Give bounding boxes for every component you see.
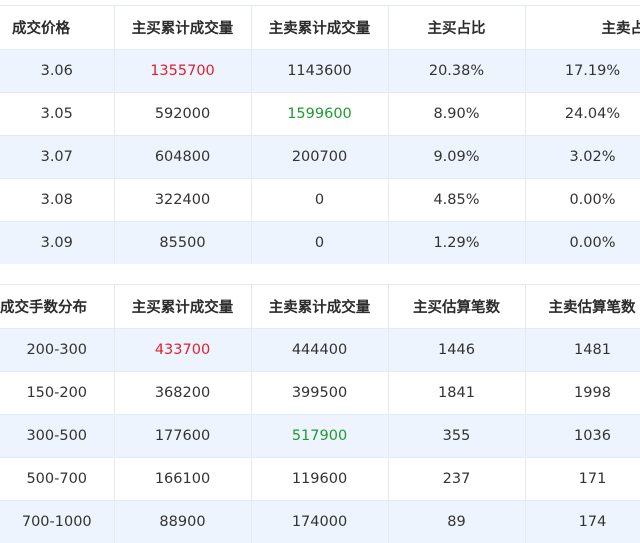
cell-estimated-sell-count: 1036 bbox=[525, 415, 640, 458]
cell-active-sell-volume: 200700 bbox=[251, 136, 388, 179]
cell-lot-range: 150-200 bbox=[0, 372, 114, 415]
cell-trade-price: 3.08 bbox=[0, 179, 114, 222]
header-active-sell-volume[interactable]: 主卖累计成交量 bbox=[251, 285, 388, 329]
cell-active-sell-ratio: 0.00% bbox=[525, 222, 640, 265]
cell-estimated-buy-count: 89 bbox=[388, 501, 525, 543]
header-estimated-buy-count[interactable]: 主买估算笔数 bbox=[388, 285, 525, 329]
header-estimated-sell-count[interactable]: 主卖估算笔数 bbox=[525, 285, 640, 329]
table-row: 500-700166100119600237171 bbox=[0, 458, 640, 501]
cell-trade-price: 3.06 bbox=[0, 50, 114, 93]
table-header-row: 成交手数分布 主买累计成交量 主卖累计成交量 主买估算笔数 主卖估算笔数 bbox=[0, 285, 640, 329]
cell-active-sell-volume: 399500 bbox=[251, 372, 388, 415]
cell-estimated-buy-count: 355 bbox=[388, 415, 525, 458]
cell-active-buy-ratio: 20.38% bbox=[388, 50, 525, 93]
table-row: 700-10008890017400089174 bbox=[0, 501, 640, 543]
table-header-row: 成交价格 主买累计成交量 主卖累计成交量 主买占比 主卖占比 bbox=[0, 6, 640, 50]
table-separator bbox=[0, 264, 640, 284]
cell-active-buy-volume: 177600 bbox=[114, 415, 251, 458]
cell-active-buy-volume: 85500 bbox=[114, 222, 251, 265]
cell-estimated-sell-count: 1481 bbox=[525, 329, 640, 372]
cell-trade-price: 3.07 bbox=[0, 136, 114, 179]
cell-active-sell-volume: 444400 bbox=[251, 329, 388, 372]
lot-size-distribution-table: 成交手数分布 主买累计成交量 主卖累计成交量 主买估算笔数 主卖估算笔数 200… bbox=[0, 284, 640, 543]
cell-active-sell-volume: 0 bbox=[251, 222, 388, 265]
price-table-body: 3.061355700114360020.38%17.19%3.05592000… bbox=[0, 50, 640, 265]
header-active-buy-volume[interactable]: 主买累计成交量 bbox=[114, 285, 251, 329]
cell-active-sell-ratio: 17.19% bbox=[525, 50, 640, 93]
cell-trade-price: 3.09 bbox=[0, 222, 114, 265]
cell-estimated-buy-count: 1841 bbox=[388, 372, 525, 415]
header-trade-price[interactable]: 成交价格 bbox=[0, 6, 114, 50]
cell-active-sell-volume: 1599600 bbox=[251, 93, 388, 136]
cell-lot-range: 200-300 bbox=[0, 329, 114, 372]
cell-active-buy-volume: 322400 bbox=[114, 179, 251, 222]
cell-active-buy-ratio: 8.90% bbox=[388, 93, 525, 136]
cell-estimated-sell-count: 171 bbox=[525, 458, 640, 501]
header-active-sell-ratio[interactable]: 主卖占比 bbox=[525, 6, 640, 50]
cell-active-sell-volume: 119600 bbox=[251, 458, 388, 501]
table-row: 300-5001776005179003551036 bbox=[0, 415, 640, 458]
cell-active-sell-volume: 0 bbox=[251, 179, 388, 222]
header-active-buy-ratio[interactable]: 主买占比 bbox=[388, 6, 525, 50]
table-row: 3.076048002007009.09%3.02% bbox=[0, 136, 640, 179]
cell-active-buy-volume: 88900 bbox=[114, 501, 251, 543]
cell-active-buy-volume: 592000 bbox=[114, 93, 251, 136]
cell-active-buy-ratio: 4.85% bbox=[388, 179, 525, 222]
cell-active-sell-ratio: 24.04% bbox=[525, 93, 640, 136]
cell-lot-range: 500-700 bbox=[0, 458, 114, 501]
cell-estimated-sell-count: 1998 bbox=[525, 372, 640, 415]
cell-trade-price: 3.05 bbox=[0, 93, 114, 136]
table-row: 3.061355700114360020.38%17.19% bbox=[0, 50, 640, 93]
cell-active-buy-volume: 433700 bbox=[114, 329, 251, 372]
cell-active-sell-ratio: 0.00% bbox=[525, 179, 640, 222]
cell-active-sell-ratio: 3.02% bbox=[525, 136, 640, 179]
cell-lot-range: 300-500 bbox=[0, 415, 114, 458]
table-row: 3.098550001.29%0.00% bbox=[0, 222, 640, 265]
cell-active-buy-volume: 1355700 bbox=[114, 50, 251, 93]
cell-estimated-sell-count: 174 bbox=[525, 501, 640, 543]
table-row: 3.0832240004.85%0.00% bbox=[0, 179, 640, 222]
cell-active-buy-ratio: 9.09% bbox=[388, 136, 525, 179]
cell-active-buy-volume: 368200 bbox=[114, 372, 251, 415]
cell-active-buy-volume: 166100 bbox=[114, 458, 251, 501]
cell-estimated-buy-count: 237 bbox=[388, 458, 525, 501]
header-active-sell-volume[interactable]: 主卖累计成交量 bbox=[251, 6, 388, 50]
table-row: 200-30043370044440014461481 bbox=[0, 329, 640, 372]
cell-active-buy-volume: 604800 bbox=[114, 136, 251, 179]
cell-lot-range: 700-1000 bbox=[0, 501, 114, 543]
cell-active-buy-ratio: 1.29% bbox=[388, 222, 525, 265]
header-lot-size-distribution[interactable]: 成交手数分布 bbox=[0, 285, 114, 329]
cell-estimated-buy-count: 1446 bbox=[388, 329, 525, 372]
cell-active-sell-volume: 517900 bbox=[251, 415, 388, 458]
cell-active-sell-volume: 174000 bbox=[251, 501, 388, 543]
table-row: 150-20036820039950018411998 bbox=[0, 372, 640, 415]
header-active-buy-volume[interactable]: 主买累计成交量 bbox=[114, 6, 251, 50]
price-distribution-table: 成交价格 主买累计成交量 主卖累计成交量 主买占比 主卖占比 3.0613557… bbox=[0, 5, 640, 264]
lot-table-body: 200-30043370044440014461481150-200368200… bbox=[0, 329, 640, 543]
cell-active-sell-volume: 1143600 bbox=[251, 50, 388, 93]
table-row: 3.0559200015996008.90%24.04% bbox=[0, 93, 640, 136]
